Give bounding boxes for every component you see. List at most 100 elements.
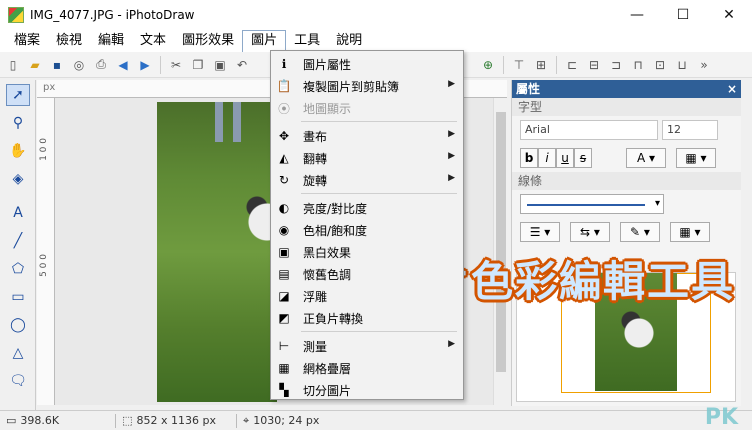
line-grid-button[interactable]: ▦ ▾ <box>670 222 710 242</box>
underline-button[interactable]: u <box>556 148 574 168</box>
menu-help[interactable]: 說明 <box>328 30 370 52</box>
disc-icon[interactable]: ◎ <box>70 56 88 74</box>
submenu-arrow-icon: ▶ <box>448 151 455 161</box>
menu-item-hue[interactable]: ◉ 色相/飽和度 <box>271 219 463 241</box>
rectangle-tool-icon[interactable]: ▭ <box>6 286 30 308</box>
select-pointer-icon[interactable]: ➚ <box>6 84 30 106</box>
align-middle-icon[interactable]: ⊞ <box>532 56 550 74</box>
emboss-icon: ◪ <box>278 289 290 303</box>
align-top-icon[interactable]: ⊤ <box>510 56 528 74</box>
line-arrow-button[interactable]: ⇆ ▾ <box>570 222 610 242</box>
grayscale-icon: ▣ <box>278 245 290 259</box>
font-size-select[interactable]: 12 <box>662 120 718 140</box>
menu-item-grid[interactable]: ▦ 網格疊層 <box>271 357 463 379</box>
italic-button[interactable]: i <box>538 148 556 168</box>
align-bottom-icon[interactable]: ⊔ <box>673 56 691 74</box>
menu-tools[interactable]: 工具 <box>286 30 328 52</box>
panel-close-icon[interactable]: × <box>727 80 737 98</box>
font-family-select[interactable]: Arial <box>520 120 658 140</box>
close-button[interactable]: ✕ <box>706 0 752 30</box>
menu-bar: 檔案 檢視 編輯 文本 圖形效果 圖片 工具 說明 <box>0 30 752 52</box>
forward-arrow-icon[interactable]: ▶ <box>136 56 154 74</box>
align-right-icon[interactable]: ⊐ <box>607 56 625 74</box>
maximize-button[interactable]: ☐ <box>660 0 706 30</box>
section-font-label: 字型 <box>512 98 741 116</box>
submenu-arrow-icon: ▶ <box>448 173 455 183</box>
menu-item-label: 黑白效果 <box>303 245 352 260</box>
fill-bucket-icon[interactable]: ◈ <box>6 168 30 190</box>
align-vcenter-icon[interactable]: ⊡ <box>651 56 669 74</box>
menu-image[interactable]: 圖片 <box>242 30 287 52</box>
toolbar-separator <box>160 55 161 74</box>
line-style-select[interactable]: ▾ <box>520 194 664 214</box>
menu-item-flip[interactable]: ◭ 翻轉 ▶ <box>271 147 463 169</box>
font-row: Arial 12 <box>512 116 741 144</box>
hue-icon: ◉ <box>278 223 290 237</box>
bold-button[interactable]: b <box>520 148 538 168</box>
submenu-arrow-icon: ▶ <box>448 339 455 349</box>
menu-item-label: 旋轉 <box>303 173 328 188</box>
menu-item-brightness[interactable]: ◐ 亮度/對比度 <box>271 197 463 219</box>
align-center-icon[interactable]: ⊟ <box>585 56 603 74</box>
menu-item-label: 懷舊色調 <box>303 267 352 282</box>
submenu-arrow-icon: ▶ <box>448 79 455 89</box>
menu-effects[interactable]: 圖形效果 <box>174 30 242 52</box>
minimize-button[interactable]: — <box>614 0 660 30</box>
menu-item-measure[interactable]: ⊢ 測量 ▶ <box>271 335 463 357</box>
info-icon: ℹ <box>281 57 287 71</box>
menu-view[interactable]: 檢視 <box>48 30 90 52</box>
menu-item-sepia[interactable]: ▤ 懷舊色調 <box>271 263 463 285</box>
menu-item-split[interactable]: ▚ 切分圖片 <box>271 379 463 401</box>
menu-item-rotate[interactable]: ↻ 旋轉 ▶ <box>271 169 463 191</box>
menu-file[interactable]: 檔案 <box>6 30 48 52</box>
menu-item-label: 複製圖片到剪貼簿 <box>303 79 400 94</box>
menu-item-label: 畫布 <box>303 129 328 144</box>
ellipse-tool-icon[interactable]: ◯ <box>6 314 30 336</box>
line-options-row: ☰ ▾ ⇆ ▾ ✎ ▾ ▦ ▾ <box>512 218 741 246</box>
menu-item-info[interactable]: ℹ 圖片屬性 <box>271 53 463 75</box>
status-file-size: ▭ 398.6K <box>0 414 59 427</box>
menu-item-invert[interactable]: ◩ 正負片轉換 <box>271 307 463 329</box>
text-color-button[interactable]: A ▾ <box>626 148 666 168</box>
zoom-icon[interactable]: ⊕ <box>479 56 497 74</box>
new-file-icon[interactable]: ▯ <box>4 56 22 74</box>
polygon-tool-icon[interactable]: ⬠ <box>6 258 30 280</box>
menu-item-map-pin[interactable]: ⦿ 地圖顯示 <box>271 97 463 119</box>
hand-pan-icon[interactable]: ✋ <box>6 140 30 162</box>
table-format-button[interactable]: ▦ ▾ <box>676 148 716 168</box>
photo-canvas[interactable] <box>157 102 277 402</box>
menu-item-clipboard[interactable]: 📋 複製圖片到剪貼簿 ▶ <box>271 75 463 97</box>
text-tool-icon[interactable]: A <box>6 202 30 224</box>
back-arrow-icon[interactable]: ◀ <box>114 56 132 74</box>
invert-icon: ◩ <box>278 311 290 325</box>
triangle-tool-icon[interactable]: △ <box>6 342 30 364</box>
line-weight-button[interactable]: ☰ ▾ <box>520 222 560 242</box>
open-folder-icon[interactable]: ▰ <box>26 56 44 74</box>
paste-icon[interactable]: ▣ <box>211 56 229 74</box>
flip-icon: ◭ <box>279 151 289 165</box>
menu-item-label: 切分圖片 <box>303 383 352 398</box>
print-icon[interactable]: ⎙ <box>92 56 110 74</box>
menu-edit[interactable]: 編輯 <box>90 30 132 52</box>
cut-icon[interactable]: ✂ <box>167 56 185 74</box>
menu-item-grayscale[interactable]: ▣ 黑白效果 <box>271 241 463 263</box>
line-tool-icon[interactable]: ╱ <box>6 230 30 252</box>
line-color-button[interactable]: ✎ ▾ <box>620 222 660 242</box>
menu-text[interactable]: 文本 <box>132 30 174 52</box>
callout-tool-icon[interactable]: 🗨 <box>6 370 30 392</box>
more-icon[interactable]: » <box>695 56 713 74</box>
menu-item-emboss[interactable]: ◪ 浮雕 <box>271 285 463 307</box>
save-icon[interactable]: ▪ <box>48 56 66 74</box>
menu-item-canvas[interactable]: ✥ 畫布 ▶ <box>271 125 463 147</box>
scrollbar-thumb[interactable] <box>496 112 506 372</box>
align-left-icon[interactable]: ⊏ <box>563 56 581 74</box>
app-window: IMG_4077.JPG - iPhotoDraw — ☐ ✕ 檔案 檢視 編輯… <box>0 0 752 430</box>
canvas-icon: ✥ <box>278 129 290 143</box>
strike-button[interactable]: s <box>574 148 592 168</box>
line-preview <box>527 204 645 206</box>
map-pin-icon: ⦿ <box>277 101 290 116</box>
undo-icon[interactable]: ↶ <box>233 56 251 74</box>
copy-icon[interactable]: ❐ <box>189 56 207 74</box>
align-top-edge-icon[interactable]: ⊓ <box>629 56 647 74</box>
magnifier-icon[interactable]: ⚲ <box>6 112 30 134</box>
